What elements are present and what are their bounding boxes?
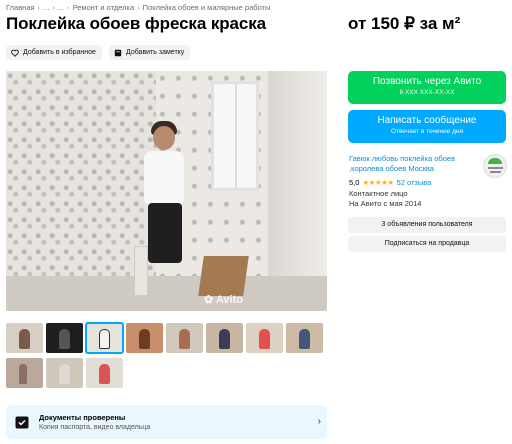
photo-blur	[268, 71, 327, 311]
avatar-logo-line	[488, 167, 503, 169]
document-check-icon	[15, 416, 29, 429]
thumbnail[interactable]	[6, 358, 43, 388]
photo-box	[198, 256, 249, 296]
price: от 150 ₽ за м²	[348, 14, 461, 33]
thumbnail[interactable]	[46, 358, 83, 388]
thumbnail[interactable]	[166, 323, 203, 353]
breadcrumb-separator: ›	[67, 3, 70, 12]
seller-type: Контактное лицо	[349, 189, 408, 198]
breadcrumb: Главная ›... ›... › Ремонт и отделка › Поклейк…	[6, 3, 270, 12]
breadcrumb-separator: ›	[52, 3, 55, 12]
photo-person	[144, 151, 184, 206]
chevron-right-icon: ›	[317, 416, 321, 427]
photo-window	[211, 81, 259, 191]
subscribe-seller-button[interactable]: Подписаться на продавца	[348, 236, 506, 252]
documents-verified-subtitle: Копия паспорта, видео владельца	[39, 424, 151, 431]
photo-person	[148, 203, 182, 263]
main-photo[interactable]: ✿ Avito	[6, 71, 327, 311]
page-title: Поклейка обоев фреска краска	[6, 14, 266, 33]
seller-rating: 5,0 ★★★★★ 52 отзыва	[349, 178, 431, 187]
message-button-label: Написать сообщение	[377, 115, 477, 126]
seller-name-link[interactable]: Гавюк любовь поклейка обоев ,королева об…	[349, 154, 477, 174]
breadcrumb-region[interactable]: ...	[43, 3, 49, 12]
thumbnail[interactable]	[46, 323, 83, 353]
add-to-favorites-button[interactable]: Добавить в избранное	[6, 45, 102, 60]
breadcrumb-home[interactable]: Главная	[6, 3, 35, 12]
message-button[interactable]: Написать сообщение Отвечает в течение дн…	[348, 110, 506, 143]
photo-floor	[6, 276, 327, 311]
heart-icon	[11, 49, 19, 57]
watermark-text: Avito	[215, 294, 243, 306]
avatar-logo-leaf	[488, 158, 502, 164]
breadcrumb-separator: ›	[37, 3, 41, 12]
avito-watermark: ✿ Avito	[204, 293, 243, 306]
thumbnail[interactable]	[85, 322, 124, 354]
thumbnail[interactable]	[206, 323, 243, 353]
avatar-logo-line	[490, 171, 501, 173]
seller-avatar[interactable]	[483, 154, 507, 178]
call-button-label: Позвонить через Авито	[372, 76, 482, 87]
add-note-label: Добавить заметку	[126, 49, 185, 56]
star-rating-icon: ★★★★★	[362, 178, 394, 187]
documents-verified-banner[interactable]: Документы проверены Копия паспорта, виде…	[6, 405, 327, 439]
photo-person	[153, 126, 175, 150]
thumbnail[interactable]	[86, 358, 123, 388]
avito-logo-icon: ✿	[204, 294, 214, 306]
add-to-favorites-label: Добавить в избранное	[23, 49, 96, 56]
photo-wallpaper-roll	[134, 246, 148, 296]
response-time: Отвечает в течение дня	[390, 128, 464, 135]
thumbnail[interactable]	[126, 323, 163, 353]
breadcrumb-wallpaper[interactable]: Поклейка обоев и малярные работы	[143, 3, 271, 12]
seller-since: На Авито с мая 2014	[349, 199, 422, 208]
documents-verified-title: Документы проверены	[39, 413, 126, 422]
breadcrumb-separator: ›	[137, 3, 140, 12]
breadcrumb-category[interactable]: ...	[58, 3, 64, 12]
thumbnail[interactable]	[6, 323, 43, 353]
thumbnail[interactable]	[246, 323, 283, 353]
breadcrumb-repair[interactable]: Ремонт и отделка	[73, 3, 135, 12]
reviews-link[interactable]: 52 отзыва	[397, 178, 432, 187]
note-icon	[114, 49, 122, 56]
seller-ads-button[interactable]: 3 объявления пользователя	[348, 217, 506, 233]
phone-number: 8 XXX XXX-XX-XX	[399, 89, 455, 96]
rating-value: 5,0	[349, 178, 360, 187]
thumbnail[interactable]	[286, 323, 323, 353]
call-button[interactable]: Позвонить через Авито 8 XXX XXX-XX-XX	[348, 71, 506, 104]
add-note-button[interactable]: Добавить заметку	[109, 45, 191, 60]
